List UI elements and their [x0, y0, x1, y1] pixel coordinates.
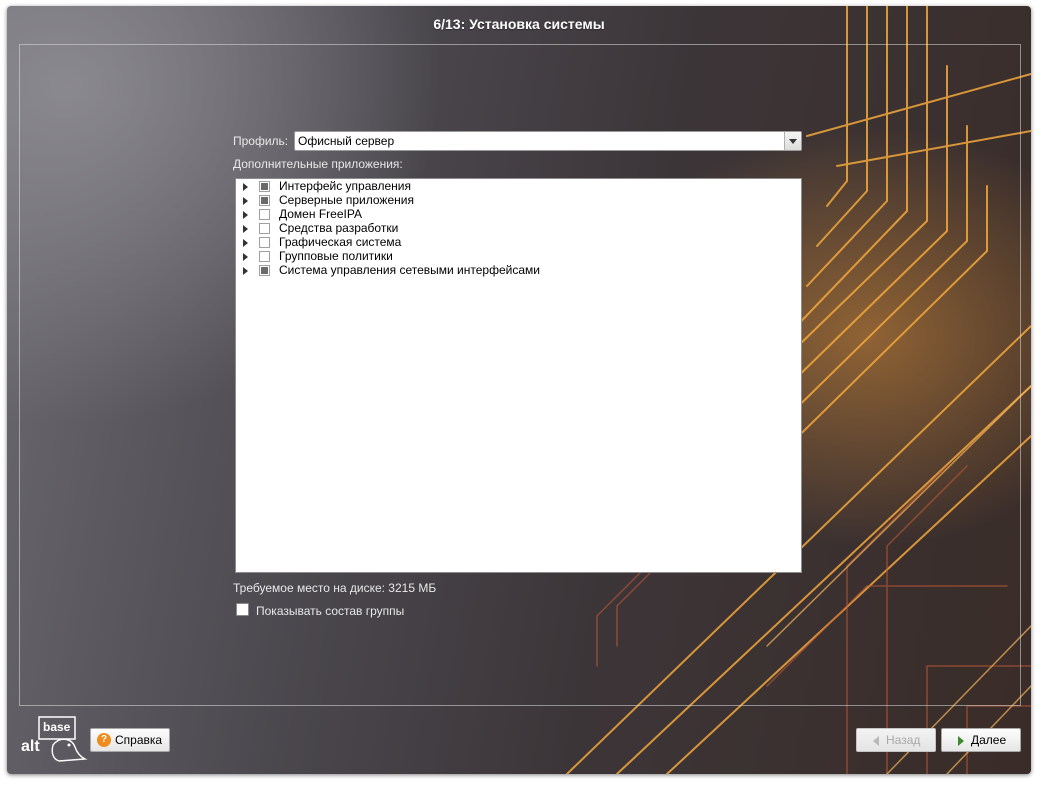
tree-item-group-policies[interactable]: Групповые политики — [236, 249, 796, 264]
tree-item-checkbox[interactable] — [259, 209, 270, 220]
window-title: 6/13: Установка системы — [433, 16, 605, 32]
tree-item-label: Система управления сетевыми интерфейсами — [279, 263, 540, 277]
tree-item-checkbox[interactable] — [259, 195, 270, 206]
profile-combobox[interactable]: Офисный сервер — [294, 131, 802, 151]
profile-label: Профиль: — [233, 134, 289, 148]
tree-item-checkbox[interactable] — [259, 251, 270, 262]
tree-item-label: Групповые политики — [279, 249, 393, 263]
tree-item-admin-interface[interactable]: Интерфейс управления — [236, 179, 796, 194]
installer-window: 6/13: Установка системы Профиль: Офисный… — [7, 6, 1031, 774]
tree-item-dev-tools[interactable]: Средства разработки — [236, 221, 796, 236]
chevron-down-icon[interactable] — [784, 132, 801, 150]
expand-arrow-icon[interactable] — [243, 183, 248, 191]
tree-item-checkbox[interactable] — [259, 223, 270, 234]
back-button-label: Назад — [886, 733, 921, 747]
apps-label: Дополнительные приложения: — [233, 157, 403, 171]
show-group-checkbox[interactable] — [236, 603, 249, 616]
tree-item-freeipa-domain[interactable]: Домен FreeIPA — [236, 207, 796, 222]
tree-item-label: Средства разработки — [279, 221, 399, 235]
expand-arrow-icon[interactable] — [243, 225, 248, 233]
logo-text-alt: alt — [21, 738, 40, 755]
show-group-label[interactable]: Показывать состав группы — [256, 604, 404, 618]
arrow-left-icon — [873, 736, 879, 746]
disk-space-label: Требуемое место на диске: 3215 МБ — [233, 581, 437, 595]
expand-arrow-icon[interactable] — [243, 211, 248, 219]
tree-item-label: Серверные приложения — [279, 193, 414, 207]
tree-item-server-apps[interactable]: Серверные приложения — [236, 193, 796, 208]
tree-item-checkbox[interactable] — [259, 237, 270, 248]
back-button[interactable]: Назад — [856, 728, 936, 752]
help-button[interactable]: ? Справка — [90, 728, 170, 752]
expand-arrow-icon[interactable] — [243, 197, 248, 205]
tree-item-graphics-system[interactable]: Графическая система — [236, 235, 796, 250]
expand-arrow-icon[interactable] — [243, 253, 248, 261]
next-button[interactable]: Далее — [941, 728, 1021, 752]
logo-text-base: base — [43, 720, 71, 734]
help-button-label: Справка — [115, 733, 163, 747]
help-icon: ? — [97, 733, 111, 747]
tree-item-network-manager[interactable]: Система управления сетевыми интерфейсами — [236, 263, 796, 278]
basealt-logo: base alt — [21, 716, 88, 762]
tree-item-checkbox[interactable] — [259, 265, 270, 276]
profile-combobox-value: Офисный сервер — [298, 134, 395, 148]
arrow-right-icon — [958, 736, 964, 746]
expand-arrow-icon[interactable] — [243, 267, 248, 275]
next-button-label: Далее — [971, 733, 1007, 747]
tree-item-label: Интерфейс управления — [279, 179, 411, 193]
tree-item-label: Домен FreeIPA — [279, 207, 362, 221]
tree-item-label: Графическая система — [279, 235, 402, 249]
apps-tree[interactable]: Интерфейс управления Серверные приложени… — [235, 178, 802, 573]
tree-item-checkbox[interactable] — [259, 181, 270, 192]
expand-arrow-icon[interactable] — [243, 239, 248, 247]
